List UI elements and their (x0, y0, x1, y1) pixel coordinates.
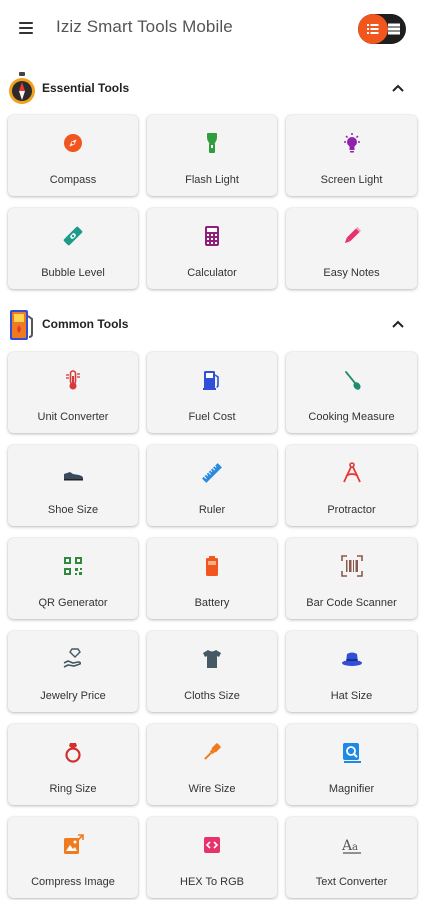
tool-card-bar-code-scanner[interactable]: Bar Code Scanner (286, 538, 417, 619)
hex-code-icon (201, 834, 223, 856)
fuel-pump-badge-icon (8, 308, 36, 342)
tool-card-easy-notes[interactable]: Easy Notes (286, 208, 417, 289)
tool-card-shoe-size[interactable]: Shoe Size (8, 445, 138, 526)
section-header-common-tools: Common Tools (0, 306, 422, 342)
tool-card-qr-generator[interactable]: QR Generator (8, 538, 138, 619)
tool-label: Battery (194, 597, 230, 609)
tool-label: Screen Light (320, 174, 383, 186)
essential-tools-grid: Compass Flash Light Screen Light Bubble … (8, 115, 417, 289)
section-header-essential-tools: Essential Tools (0, 70, 422, 106)
compass-badge-icon (8, 72, 36, 106)
view-mode-toggle[interactable] (358, 14, 406, 44)
app-title: Iziz Smart Tools Mobile (56, 17, 233, 36)
compress-image-icon (62, 834, 84, 856)
hat-icon (341, 648, 363, 670)
tool-label: Compress Image (31, 876, 115, 888)
tool-label: Shoe Size (47, 504, 99, 516)
tool-card-hex-to-rgb[interactable]: HEX To RGB (147, 817, 277, 898)
spatula-icon (341, 369, 363, 391)
section-title: Essential Tools (42, 81, 130, 95)
tool-card-cooking-measure[interactable]: Cooking Measure (286, 352, 417, 433)
compass-icon (62, 132, 84, 154)
tool-label: Ring Size (49, 783, 97, 795)
wire-plug-icon (201, 741, 223, 763)
barcode-scanner-icon (340, 555, 363, 577)
tool-card-fuel-cost[interactable]: Fuel Cost (147, 352, 277, 433)
tool-card-hat-size[interactable]: Hat Size (286, 631, 417, 712)
tool-label: Unit Converter (37, 411, 109, 423)
svg-text:a: a (352, 842, 358, 853)
tool-card-wire-size[interactable]: Wire Size (147, 724, 277, 805)
tool-label: Bubble Level (41, 267, 105, 279)
tool-label: Bar Code Scanner (306, 597, 397, 609)
tool-label: Jewelry Price (40, 690, 106, 702)
magnifier-icon (341, 741, 363, 763)
grid-view-icon[interactable] (387, 22, 401, 36)
tool-card-ring-size[interactable]: Ring Size (8, 724, 138, 805)
tool-label: Compass (49, 174, 97, 186)
qr-code-icon (62, 555, 84, 577)
thermometer-icon (62, 369, 84, 391)
tool-card-text-converter[interactable]: Aa Text Converter (286, 817, 417, 898)
tool-label: Easy Notes (323, 267, 380, 279)
tool-card-flash-light[interactable]: Flash Light (147, 115, 277, 196)
tool-card-battery[interactable]: Battery (147, 538, 277, 619)
tool-label: Fuel Cost (188, 411, 236, 423)
battery-icon (201, 555, 223, 577)
text-converter-icon: Aa (341, 834, 363, 856)
tool-card-protractor[interactable]: Protractor (286, 445, 417, 526)
tool-label: Hat Size (330, 690, 373, 702)
tool-card-ruler[interactable]: Ruler (147, 445, 277, 526)
lightbulb-icon (341, 132, 363, 154)
fuel-pump-icon (201, 369, 223, 391)
tool-card-screen-light[interactable]: Screen Light (286, 115, 417, 196)
tool-card-compress-image[interactable]: Compress Image (8, 817, 138, 898)
hamburger-menu-icon[interactable] (14, 16, 38, 40)
tool-card-jewelry-price[interactable]: Jewelry Price (8, 631, 138, 712)
tool-label: Ruler (198, 504, 226, 516)
list-view-icon[interactable] (358, 14, 388, 44)
tool-label: QR Generator (38, 597, 108, 609)
tool-label: Protractor (327, 504, 376, 516)
tool-card-cloths-size[interactable]: Cloths Size (147, 631, 277, 712)
flashlight-icon (201, 132, 223, 154)
tool-label: Flash Light (185, 174, 239, 186)
bubble-level-icon (62, 225, 84, 247)
tshirt-icon (201, 648, 223, 670)
tool-label: Cloths Size (184, 690, 240, 702)
app-bar: Iziz Smart Tools Mobile (0, 0, 422, 56)
shoe-icon (62, 462, 84, 484)
pencil-icon (341, 225, 363, 247)
tool-label: HEX To RGB (180, 876, 244, 888)
chevron-up-icon[interactable] (390, 80, 406, 96)
chevron-up-icon[interactable] (390, 316, 406, 332)
tool-label: Wire Size (188, 783, 236, 795)
section-title: Common Tools (42, 317, 129, 331)
tool-label: Text Converter (315, 876, 388, 888)
ruler-icon (201, 462, 223, 484)
tool-card-bubble-level[interactable]: Bubble Level (8, 208, 138, 289)
calculator-icon (201, 225, 223, 247)
tool-card-calculator[interactable]: Calculator (147, 208, 277, 289)
tool-label: Cooking Measure (308, 411, 395, 423)
common-tools-grid: Unit Converter Fuel Cost Cooking Measure… (8, 352, 417, 898)
jewelry-hand-icon (62, 648, 84, 670)
tool-card-unit-converter[interactable]: Unit Converter (8, 352, 138, 433)
tool-card-compass[interactable]: Compass (8, 115, 138, 196)
tool-label: Magnifier (328, 783, 375, 795)
tool-label: Calculator (187, 267, 237, 279)
ring-icon (62, 741, 84, 763)
tool-card-magnifier[interactable]: Magnifier (286, 724, 417, 805)
protractor-icon (341, 462, 363, 484)
